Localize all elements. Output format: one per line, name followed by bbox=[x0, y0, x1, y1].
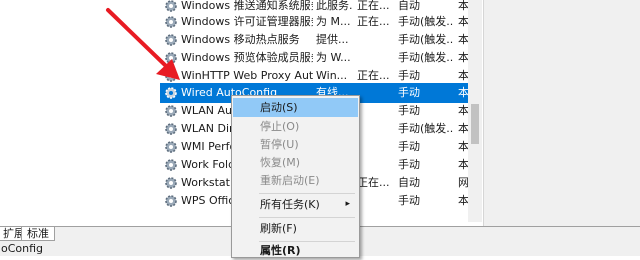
service-gear-icon bbox=[165, 87, 177, 99]
service-status: 正在... bbox=[357, 176, 390, 189]
service-gear-icon bbox=[165, 177, 177, 189]
service-row[interactable]: Windows 移动热点服务 提供... 手动(触发... 本 bbox=[160, 30, 468, 50]
service-logon: 本 bbox=[458, 158, 468, 171]
context-menu: 启动(S) 停止(O) 暂停(U) 恢复(M) 重新启动(E) 所有任务(K) ▸… bbox=[231, 95, 360, 258]
menu-item-all-tasks[interactable]: 所有任务(K) ▸ bbox=[233, 195, 358, 214]
service-name: Windows 预览体验成员服务 bbox=[181, 51, 313, 64]
tab-standard[interactable]: 标准 bbox=[21, 227, 55, 241]
service-startup-type: 手动 bbox=[398, 140, 420, 153]
service-logon: 本 bbox=[458, 51, 468, 64]
service-row[interactable]: Windows 许可证管理器服务 为 M... 正在... 手动(触发... 本 bbox=[160, 12, 468, 32]
menu-item-refresh[interactable]: 刷新(F) bbox=[233, 219, 358, 238]
service-startup-type: 自动 bbox=[398, 176, 420, 189]
service-gear-icon bbox=[165, 159, 177, 171]
service-logon: 本 bbox=[458, 104, 468, 117]
service-startup-type: 手动 bbox=[398, 158, 420, 171]
menu-item-properties[interactable]: 属性(R) bbox=[233, 241, 358, 260]
menu-separator bbox=[259, 193, 355, 194]
console-tree-pane bbox=[0, 0, 160, 226]
service-gear-icon bbox=[165, 16, 177, 28]
service-gear-icon bbox=[165, 105, 177, 117]
service-startup-type: 手动(触发... bbox=[398, 122, 454, 135]
service-startup-type: 手动 bbox=[398, 194, 420, 207]
service-name: Windows 许可证管理器服务 bbox=[181, 15, 313, 28]
menu-separator bbox=[259, 217, 355, 218]
service-logon: 本 bbox=[458, 140, 468, 153]
service-description: 为 M... bbox=[316, 15, 351, 28]
service-startup-type: 手动 bbox=[398, 86, 420, 99]
service-startup-type: 手动(触发... bbox=[398, 33, 454, 46]
service-logon: 网 bbox=[458, 176, 468, 189]
menu-item-pause[interactable]: 暂停(U) bbox=[233, 135, 358, 154]
service-logon: 本 bbox=[458, 15, 468, 28]
scrollbar-thumb[interactable] bbox=[471, 104, 479, 144]
service-row[interactable]: Windows 预览体验成员服务 为 W... 手动(触发... 本 bbox=[160, 48, 468, 68]
service-gear-icon bbox=[165, 195, 177, 207]
service-status: 正在... bbox=[357, 15, 390, 28]
actions-pane bbox=[483, 0, 640, 226]
menu-item-restart[interactable]: 重新启动(E) bbox=[233, 171, 358, 190]
menu-item-start[interactable]: 启动(S) bbox=[233, 98, 358, 117]
service-logon: 本 bbox=[458, 122, 468, 135]
service-gear-icon bbox=[165, 141, 177, 153]
service-gear-icon bbox=[165, 70, 177, 82]
submenu-arrow-icon: ▸ bbox=[345, 199, 350, 209]
menu-item-stop[interactable]: 停止(O) bbox=[233, 117, 358, 136]
service-startup-type: 手动(触发... bbox=[398, 51, 454, 64]
service-gear-icon bbox=[165, 34, 177, 46]
menu-item-resume[interactable]: 恢复(M) bbox=[233, 153, 358, 172]
service-logon: 本 bbox=[458, 194, 468, 207]
service-startup-type: 手动(触发... bbox=[398, 15, 454, 28]
service-description: 提供... bbox=[316, 33, 349, 46]
service-logon: 本 bbox=[458, 86, 468, 99]
service-startup-type: 手动 bbox=[398, 104, 420, 117]
vertical-scrollbar[interactable] bbox=[468, 0, 482, 222]
service-description: 为 W... bbox=[316, 51, 351, 64]
service-logon: 本 bbox=[458, 33, 468, 46]
service-gear-icon bbox=[165, 123, 177, 135]
service-name: Windows 移动热点服务 bbox=[181, 33, 300, 46]
service-gear-icon bbox=[165, 52, 177, 64]
